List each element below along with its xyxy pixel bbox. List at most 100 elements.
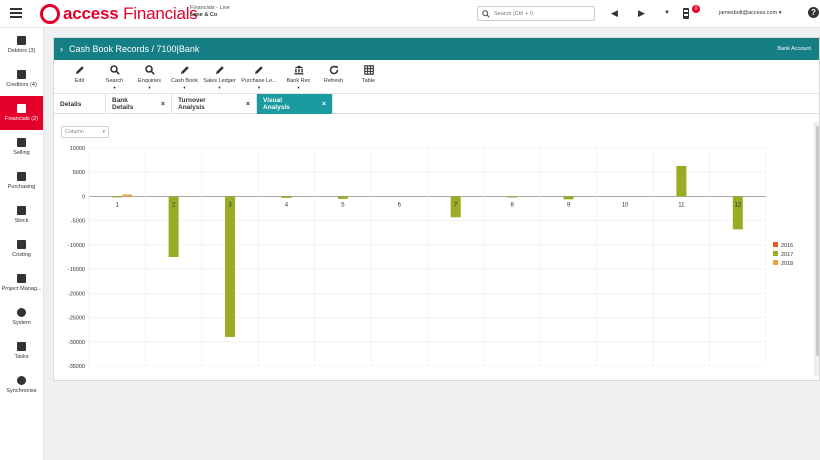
company-context[interactable]: Financials - Live Lane & Co — [190, 5, 230, 19]
y-tick-label: 10000 — [70, 146, 85, 152]
creditors-icon — [17, 70, 26, 79]
tool-label: Edit — [74, 78, 85, 84]
chart-area: 10000 5000 0 -5000 -10000 -15000 -20000 -25000 -… — [54, 114, 819, 376]
stock-icon — [17, 206, 26, 215]
tab-visual-analysis[interactable]: Visual Analysis × — [257, 94, 333, 114]
back-arrow-icon[interactable]: ◀ — [611, 8, 618, 19]
tab-label: Details — [60, 100, 82, 108]
sidebar-item-label: Financials (2) — [4, 116, 38, 122]
sidebar-item-costing[interactable]: Costing — [0, 232, 43, 266]
help-icon[interactable]: ? — [808, 7, 819, 18]
close-icon[interactable]: × — [161, 101, 165, 108]
chevron-down-icon: ▾ — [102, 129, 105, 135]
bar-2017-5[interactable] — [337, 196, 348, 199]
access-logo[interactable]: access Financials — [40, 4, 198, 24]
search-icon — [109, 65, 120, 75]
tab-label: Turnover Analysis — [178, 97, 206, 111]
sidebar-item-creditors[interactable]: Creditors (4) — [0, 62, 43, 96]
selling-icon — [17, 138, 26, 147]
sidebar-item-label: Project Manag... — [1, 286, 42, 292]
legend-swatch-2017[interactable] — [773, 251, 778, 256]
toolbar: Edit Search ▼ Enquiries ▼ Cash Book ▼ Sa… — [54, 60, 819, 94]
sidebar-item-label: Creditors (4) — [6, 82, 37, 88]
forward-arrow-icon[interactable]: ▶ — [638, 8, 645, 19]
tab-details[interactable]: Details — [54, 94, 106, 114]
legend-label-2017[interactable]: 2017 — [781, 252, 793, 258]
chart-type-select[interactable]: Column ▾ — [61, 126, 109, 138]
vertical-scrollbar[interactable] — [814, 122, 819, 376]
cash-book-button[interactable]: Cash Book ▼ — [167, 60, 202, 93]
global-search[interactable] — [477, 6, 595, 21]
scrollbar-thumb[interactable] — [816, 126, 819, 356]
user-menu[interactable]: jamesbolt@access.com ▾ — [719, 10, 781, 16]
search-icon — [482, 9, 490, 18]
legend-swatch-2016[interactable] — [773, 242, 778, 247]
search-icon — [144, 65, 155, 75]
sidebar-item-debtors[interactable]: Debtors (3) — [0, 28, 43, 62]
bar-2018-1[interactable] — [122, 194, 133, 197]
y-tick-label: 0 — [82, 194, 85, 200]
sidebar-item-financials[interactable]: Financials (2) — [0, 96, 43, 130]
purchase-ledger-button[interactable]: Purchase Le... ▼ — [237, 60, 281, 93]
sidebar-item-synchronise[interactable]: Synchronise — [0, 368, 43, 402]
bar-2017-9[interactable] — [563, 196, 574, 200]
sales-ledger-button[interactable]: Sales Ledger ▼ — [202, 60, 237, 93]
tab-turnover-analysis[interactable]: Turnover Analysis × — [172, 94, 257, 114]
sidebar-item-tasks[interactable]: Tasks — [0, 334, 43, 368]
table-button[interactable]: Table — [351, 60, 386, 93]
sidebar-item-selling[interactable]: Selling — [0, 130, 43, 164]
sidebar-item-label: Stock — [14, 218, 29, 224]
bar-2017-3[interactable] — [225, 196, 236, 337]
y-tick-label: -5000 — [71, 219, 85, 225]
bank-rec-button[interactable]: Bank Rec ▼ — [281, 60, 316, 93]
chevron-down-icon: ▾ — [778, 10, 782, 16]
history-dropdown-icon[interactable]: ▼ — [664, 10, 670, 16]
close-icon[interactable]: × — [246, 101, 250, 108]
sidebar-item-label: Purchasing — [7, 184, 36, 190]
edit-button[interactable]: Edit — [62, 60, 97, 93]
y-tick-label: -30000 — [68, 340, 85, 346]
purchasing-icon — [17, 172, 26, 181]
sync-icon — [17, 376, 26, 385]
notification-badge[interactable]: 0 — [692, 5, 700, 13]
tool-label: Cash Book — [171, 78, 198, 84]
legend-swatch-2018[interactable] — [773, 260, 778, 265]
sidebar-item-label: Synchronise — [6, 388, 37, 394]
tool-label: Purchase Le... — [241, 78, 277, 84]
close-icon[interactable]: × — [322, 101, 326, 108]
legend-label-2018[interactable]: 2018 — [781, 261, 793, 267]
bar-2017-11[interactable] — [676, 165, 687, 197]
sidebar-item-system[interactable]: System — [0, 300, 43, 334]
device-icon[interactable] — [682, 7, 690, 20]
search-button[interactable]: Search ▼ — [97, 60, 132, 93]
sidebar-item-stock[interactable]: Stock — [0, 198, 43, 232]
main-panel: › Cash Book Records / 7100|Bank Bank Acc… — [53, 37, 820, 381]
search-input[interactable] — [494, 10, 584, 17]
bar-2017-4[interactable] — [281, 196, 292, 198]
bar-2017-8[interactable] — [507, 196, 518, 198]
column-chart: 10000 5000 0 -5000 -10000 -15000 -20000 -25000 -… — [68, 146, 793, 370]
tab-bank-details[interactable]: Bank Details × — [106, 94, 172, 114]
tab-bar: Details Bank Details × Turnover Analysis ×… — [54, 94, 819, 114]
caret-down-icon: ▼ — [257, 85, 261, 90]
bar-2017-12[interactable] — [732, 196, 743, 230]
caret-down-icon: ▼ — [112, 85, 117, 90]
refresh-button[interactable]: Refresh — [316, 60, 351, 93]
enquiries-button[interactable]: Enquiries ▼ — [132, 60, 167, 93]
sidebar-item-project-management[interactable]: Project Manag... — [0, 266, 43, 300]
hamburger-menu-icon[interactable] — [10, 8, 22, 18]
refresh-icon — [329, 65, 338, 75]
y-tick-label: -10000 — [68, 243, 85, 249]
tasks-icon — [17, 342, 26, 351]
tab-label: Visual Analysis — [263, 97, 290, 111]
caret-down-icon: ▼ — [296, 85, 301, 90]
tool-label: Table — [361, 78, 376, 84]
top-bar: access Financials Financials - Live Lane… — [0, 0, 820, 28]
y-tick-label: -15000 — [68, 267, 85, 273]
bar-2017-1[interactable] — [112, 196, 123, 198]
sidebar-item-purchasing[interactable]: Purchasing — [0, 164, 43, 198]
pencil-icon — [180, 66, 189, 74]
tool-label: Sales Ledger — [203, 78, 236, 84]
chevron-right-icon[interactable]: › — [60, 44, 63, 54]
legend-label-2016[interactable]: 2016 — [781, 243, 793, 249]
